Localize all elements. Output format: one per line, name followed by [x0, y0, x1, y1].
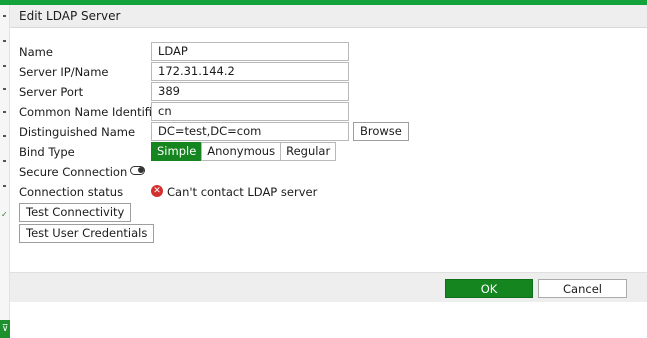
background-sidebar-edge: ✓	[0, 5, 10, 338]
sidebar-bullet	[3, 40, 6, 42]
sidebar-bullet	[3, 15, 6, 17]
cancel-button[interactable]: Cancel	[538, 279, 627, 298]
sidebar-bullet	[3, 88, 6, 90]
dialog-titlebar: Edit LDAP Server	[10, 5, 647, 28]
bind-type-anonymous[interactable]: Anonymous	[201, 142, 282, 161]
server-ip-label: Server IP/Name	[19, 65, 109, 79]
sidebar-bullet	[3, 65, 6, 67]
connection-status-row: Connection status ✕ Can't contact LDAP s…	[10, 182, 647, 202]
name-row: Name LDAP	[10, 42, 647, 62]
secure-connection-label: Secure Connection	[19, 165, 128, 179]
toggle-knob	[138, 167, 144, 173]
common-name-row: Common Name Identifier cn	[10, 102, 647, 122]
common-name-label: Common Name Identifier	[19, 105, 164, 119]
bind-type-label: Bind Type	[19, 145, 75, 159]
name-input[interactable]: LDAP	[151, 42, 349, 61]
test-connectivity-button[interactable]: Test Connectivity	[19, 203, 132, 222]
sidebar-bullet	[3, 111, 6, 113]
connection-status-value: Can't contact LDAP server	[167, 185, 318, 199]
bind-type-regular[interactable]: Regular	[280, 142, 337, 161]
distinguished-name-input[interactable]: DC=test,DC=com	[151, 122, 349, 141]
server-port-label: Server Port	[19, 85, 84, 99]
error-x-icon: ✕	[151, 185, 163, 197]
bind-type-selector: Simple Anonymous Regular	[151, 142, 337, 161]
test-user-credentials-button[interactable]: Test User Credentials	[19, 224, 155, 243]
test-connectivity-row: Test Connectivity	[10, 203, 647, 223]
secure-connection-row: Secure Connection	[10, 162, 647, 182]
bind-type-row: Bind Type Simple Anonymous Regular	[10, 142, 647, 162]
check-icon: ✓	[1, 210, 8, 219]
server-port-row: Server Port 389	[10, 82, 647, 102]
server-ip-row: Server IP/Name 172.31.144.2	[10, 62, 647, 82]
server-port-input[interactable]: 389	[151, 82, 349, 101]
distinguished-name-row: Distinguished Name DC=test,DC=com Browse	[10, 122, 647, 142]
connection-status-label: Connection status	[19, 185, 124, 199]
common-name-input[interactable]: cn	[151, 102, 349, 121]
name-label: Name	[19, 45, 53, 59]
server-ip-input[interactable]: 172.31.144.2	[151, 62, 349, 81]
edit-ldap-dialog: Edit LDAP Server Name LDAP Server IP/Nam…	[10, 5, 647, 338]
bind-type-simple[interactable]: Simple	[151, 142, 203, 161]
sidebar-bullet	[3, 185, 6, 187]
secure-connection-toggle[interactable]	[130, 166, 145, 175]
filter-icon: ⊽	[0, 320, 10, 338]
test-credentials-row: Test User Credentials	[10, 224, 647, 244]
dialog-footer: OK Cancel	[10, 272, 647, 302]
distinguished-name-label: Distinguished Name	[19, 125, 136, 139]
browse-button[interactable]: Browse	[353, 122, 409, 141]
sidebar-bullet	[3, 160, 6, 162]
dialog-title: Edit LDAP Server	[19, 9, 121, 23]
sidebar-bullet	[3, 135, 6, 137]
ok-button[interactable]: OK	[445, 279, 533, 298]
